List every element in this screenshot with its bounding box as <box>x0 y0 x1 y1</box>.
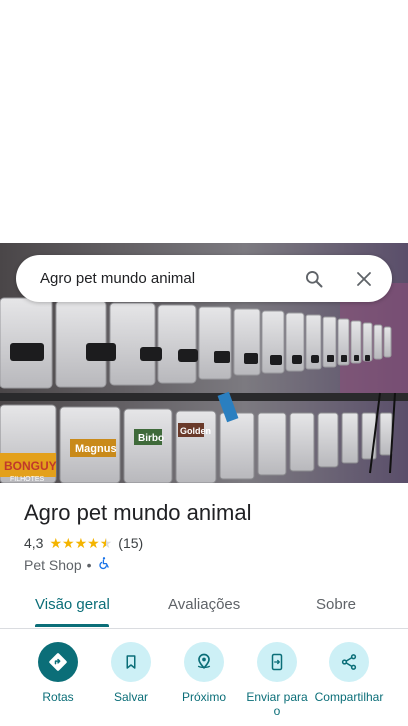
tab-overview[interactable]: Visão geral <box>35 596 110 613</box>
send-to-phone-button[interactable]: Enviar para o <box>242 642 312 718</box>
tab-about[interactable]: Sobre <box>316 596 356 613</box>
star-half-icon: ★ <box>99 535 113 551</box>
send-to-phone-icon[interactable] <box>257 642 297 682</box>
tab-bar: Visão geral Avaliações Sobre <box>0 588 408 629</box>
tab-reviews[interactable]: Avaliações <box>168 596 240 613</box>
category-row: Pet Shop • <box>24 556 111 573</box>
photo-label-golden: Golden <box>180 426 211 436</box>
close-icon[interactable] <box>352 267 376 291</box>
photo-label-birbo: Birbo <box>138 433 164 444</box>
star-icon: ★ <box>87 535 100 551</box>
send-to-phone-label: Enviar para o <box>246 690 308 718</box>
search-icon[interactable] <box>302 267 326 291</box>
share-label: Compartilhar <box>314 690 384 704</box>
nearby-icon[interactable] <box>184 642 224 682</box>
photo-label-filhotes: FILHOTES <box>10 476 45 483</box>
photo-label-bonguy: BONGUY <box>4 459 57 473</box>
save-button[interactable]: Salvar <box>96 642 166 704</box>
review-count[interactable]: (15) <box>118 535 143 551</box>
rating-value: 4,3 <box>24 535 44 551</box>
tab-active-indicator <box>35 624 109 627</box>
share-icon[interactable] <box>329 642 369 682</box>
star-icon: ★ <box>49 535 63 551</box>
directions-icon[interactable] <box>38 642 78 682</box>
directions-button[interactable]: Rotas <box>23 642 93 704</box>
nearby-button[interactable]: Próximo <box>169 642 239 704</box>
directions-label: Rotas <box>42 690 74 704</box>
star-icon: ★ <box>74 535 88 551</box>
wheelchair-accessible-icon <box>97 556 111 573</box>
place-title: Agro pet mundo animal <box>24 500 252 525</box>
nearby-label: Próximo <box>181 690 226 704</box>
separator-dot: • <box>86 556 92 573</box>
save-label: Salvar <box>113 690 148 704</box>
photo-label-magnus: Magnus <box>75 443 117 455</box>
share-button[interactable]: Compartilhar <box>314 642 384 704</box>
star-icon: ★ <box>62 535 75 551</box>
bookmark-icon[interactable] <box>111 642 151 682</box>
rating-row[interactable]: 4,3 ★ ★ ★ ★ ★ (15) <box>24 535 143 551</box>
search-input[interactable]: Agro pet mundo animal <box>40 270 302 287</box>
map-area-blank <box>0 0 408 243</box>
category-label: Pet Shop <box>24 556 82 573</box>
rating-stars: ★ ★ ★ ★ ★ <box>49 536 112 550</box>
search-bar[interactable]: Agro pet mundo animal <box>16 255 392 302</box>
